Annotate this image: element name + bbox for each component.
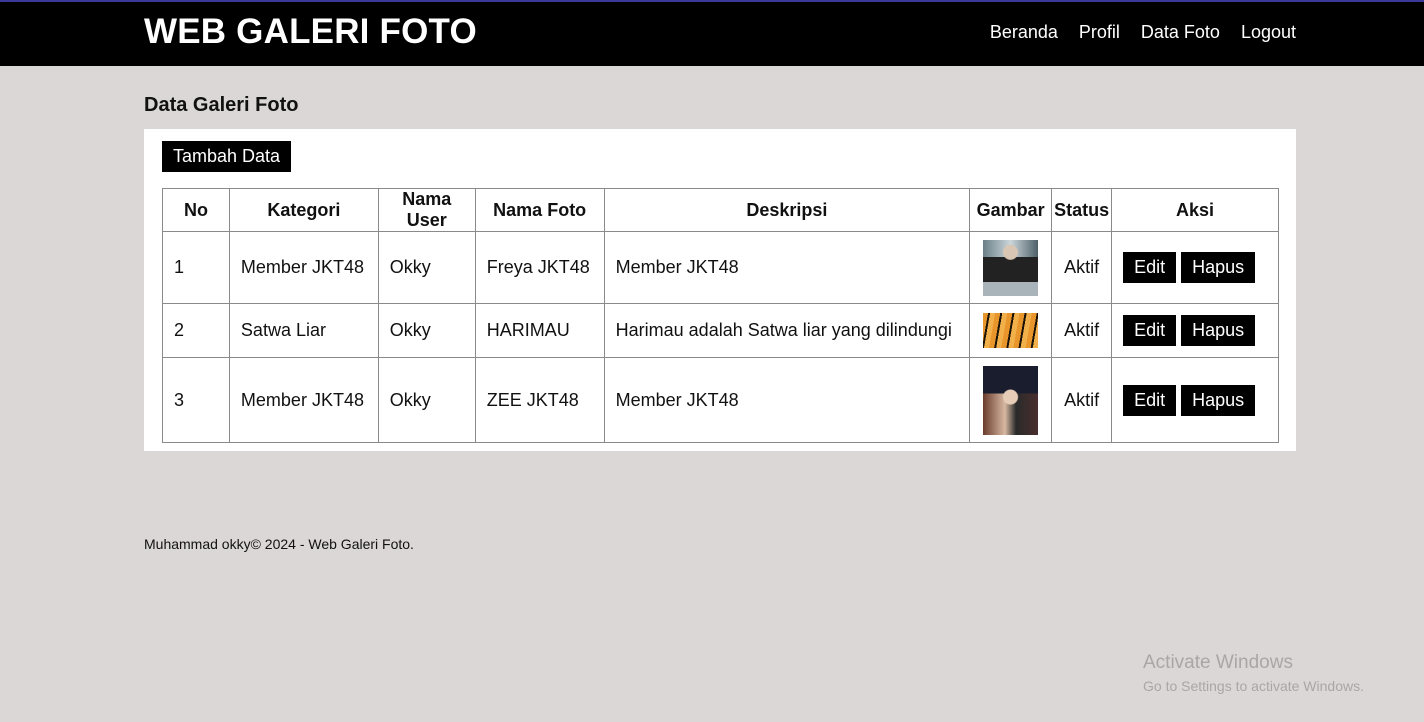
delete-button[interactable]: Hapus <box>1181 384 1256 416</box>
column-header-nama-foto: Nama Foto <box>474 188 605 232</box>
footer-copyright: Muhammad okky© 2024 - Web Galeri Foto. <box>144 536 414 552</box>
photo-thumbnail <box>983 365 1039 435</box>
cell-no: 2 <box>162 303 230 358</box>
cell-gambar <box>969 231 1053 304</box>
cell-aksi: Edit Hapus <box>1111 231 1279 304</box>
cell-nama-foto: HARIMAU <box>474 303 605 358</box>
page-title: Data Galeri Foto <box>144 94 299 116</box>
edit-button[interactable]: Edit <box>1123 315 1177 346</box>
cell-gambar <box>969 357 1053 443</box>
column-header-kategori: Kategori <box>228 188 379 232</box>
nav-link-logout[interactable]: Logout <box>1241 22 1296 43</box>
cell-deskripsi: Harimau adalah Satwa liar yang dilindung… <box>603 303 971 358</box>
cell-nama-foto: ZEE JKT48 <box>474 357 605 443</box>
table-header-row: No Kategori Nama User Nama Foto Deskrips… <box>162 188 1279 232</box>
cell-nama-foto: Freya JKT48 <box>474 231 605 304</box>
photo-thumbnail <box>983 313 1039 348</box>
main-nav: Beranda Profil Data Foto Logout <box>990 22 1296 43</box>
cell-kategori: Satwa Liar <box>228 303 379 358</box>
cell-aksi: Edit Hapus <box>1111 303 1279 358</box>
cell-nama-user: Okky <box>377 231 476 304</box>
edit-button[interactable]: Edit <box>1123 384 1177 416</box>
nav-link-profil[interactable]: Profil <box>1079 22 1120 43</box>
cell-nama-user: Okky <box>377 357 476 443</box>
table-row: 2 Satwa Liar Okky HARIMAU Harimau adalah… <box>162 303 1279 358</box>
cell-nama-user: Okky <box>377 303 476 358</box>
cell-status: Aktif <box>1051 303 1113 358</box>
watermark-subtitle: Go to Settings to activate Windows. <box>1143 678 1364 694</box>
photo-thumbnail <box>983 239 1039 296</box>
cell-no: 3 <box>162 357 230 443</box>
gallery-table: No Kategori Nama User Nama Foto Deskrips… <box>162 188 1279 443</box>
column-header-deskripsi: Deskripsi <box>603 188 971 232</box>
cell-kategori: Member JKT48 <box>228 231 379 304</box>
top-navbar: WEB GALERI FOTO Beranda Profil Data Foto… <box>0 0 1424 66</box>
cell-deskripsi: Member JKT48 <box>603 357 971 443</box>
delete-button[interactable]: Hapus <box>1181 252 1256 283</box>
windows-activation-watermark: Activate Windows Go to Settings to activ… <box>1143 652 1364 694</box>
cell-status: Aktif <box>1051 357 1113 443</box>
edit-button[interactable]: Edit <box>1123 252 1177 283</box>
cell-no: 1 <box>162 231 230 304</box>
cell-aksi: Edit Hapus <box>1111 357 1279 443</box>
column-header-status: Status <box>1051 188 1113 232</box>
nav-link-beranda[interactable]: Beranda <box>990 22 1058 43</box>
table-row: 3 Member JKT48 Okky ZEE JKT48 Member JKT… <box>162 357 1279 443</box>
cell-kategori: Member JKT48 <box>228 357 379 443</box>
column-header-nama-user: Nama User <box>377 188 476 232</box>
watermark-title: Activate Windows <box>1143 652 1293 673</box>
cell-deskripsi: Member JKT48 <box>603 231 971 304</box>
site-brand[interactable]: WEB GALERI FOTO <box>144 12 477 52</box>
cell-gambar <box>969 303 1053 358</box>
column-header-gambar: Gambar <box>969 188 1053 232</box>
nav-link-data-foto[interactable]: Data Foto <box>1141 22 1220 43</box>
delete-button[interactable]: Hapus <box>1181 315 1256 346</box>
column-header-aksi: Aksi <box>1111 188 1279 232</box>
cell-status: Aktif <box>1051 231 1113 304</box>
table-row: 1 Member JKT48 Okky Freya JKT48 Member J… <box>162 231 1279 304</box>
column-header-no: No <box>162 188 230 232</box>
add-data-button[interactable]: Tambah Data <box>162 141 292 172</box>
content-card: Tambah Data No Kategori Nama User Nama F… <box>144 129 1296 451</box>
